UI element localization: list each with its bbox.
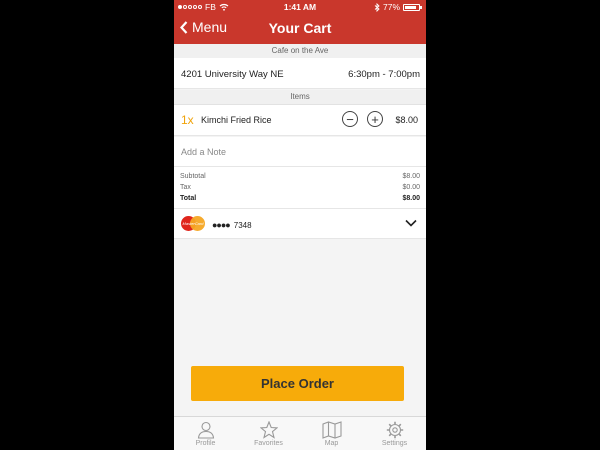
card-brand-text: MasterCard	[182, 221, 204, 226]
star-icon	[259, 421, 278, 439]
payment-method-row[interactable]: MasterCard ●●●● 7348	[174, 209, 426, 239]
header: FB 1:41 AM 77% Menu Your Cart	[174, 0, 426, 44]
add-note-field[interactable]: Add a Note	[174, 137, 426, 167]
delivery-time: 6:30pm - 7:00pm	[348, 69, 420, 80]
bluetooth-icon	[374, 2, 380, 12]
tab-bar: Profile Favorites Map Settings	[174, 416, 426, 450]
total-label: Total	[180, 195, 197, 202]
phone-screen: FB 1:41 AM 77% Menu Your Cart Cafe on th…	[174, 0, 426, 450]
map-icon	[321, 421, 342, 439]
totals-summary: Subtotal $8.00 Tax $0.00 Total $8.00	[174, 167, 426, 209]
item-quantity: 1x	[181, 113, 194, 127]
card-mask: ●●●●	[212, 220, 231, 230]
nav-bar: Menu Your Cart	[174, 14, 426, 44]
gear-icon	[386, 421, 403, 439]
chevron-down-icon[interactable]	[405, 219, 417, 227]
note-placeholder: Add a Note	[181, 147, 227, 157]
mastercard-icon: MasterCard	[181, 216, 205, 231]
cart-item-row: 1x Kimchi Fried Rice − + $8.00	[174, 105, 426, 136]
tab-settings[interactable]: Settings	[363, 417, 426, 450]
total-line: Total $8.00	[180, 195, 420, 202]
increase-quantity-button[interactable]: +	[367, 111, 383, 127]
delivery-address: 4201 University Way NE	[181, 69, 284, 80]
back-label: Menu	[192, 19, 228, 35]
chevron-left-icon	[180, 20, 188, 34]
back-button[interactable]: Menu	[180, 19, 227, 35]
status-bar: FB 1:41 AM 77%	[174, 0, 426, 14]
status-right: 77%	[374, 2, 422, 12]
subtotal-label: Subtotal	[180, 173, 206, 180]
card-number: ●●●● 7348	[212, 220, 252, 230]
battery-percent: 77%	[382, 2, 400, 12]
decrease-quantity-button[interactable]: −	[342, 111, 358, 127]
items-header: Items	[174, 90, 426, 105]
person-icon	[197, 421, 214, 439]
tax-label: Tax	[180, 184, 191, 191]
item-name: Kimchi Fried Rice	[201, 115, 272, 125]
tab-settings-label: Settings	[381, 440, 408, 447]
card-last4: 7348	[233, 220, 252, 230]
total-value: $8.00	[402, 195, 420, 202]
place-order-button[interactable]: Place Order	[191, 366, 404, 401]
restaurant-name: Cafe on the Ave	[174, 44, 426, 59]
tab-profile[interactable]: Profile	[174, 417, 237, 450]
tab-map[interactable]: Map	[300, 417, 363, 450]
subtotal-line: Subtotal $8.00	[180, 173, 420, 180]
delivery-row[interactable]: 4201 University Way NE 6:30pm - 7:00pm	[174, 58, 426, 89]
tab-profile-label: Profile	[195, 440, 216, 447]
item-price: $8.00	[395, 115, 418, 125]
tax-value: $0.00	[402, 184, 420, 191]
tab-favorites[interactable]: Favorites	[237, 417, 300, 450]
tab-favorites-label: Favorites	[254, 440, 283, 447]
tax-line: Tax $0.00	[180, 184, 420, 191]
subtotal-value: $8.00	[402, 173, 420, 180]
battery-icon	[403, 3, 422, 11]
tab-map-label: Map	[324, 440, 339, 447]
